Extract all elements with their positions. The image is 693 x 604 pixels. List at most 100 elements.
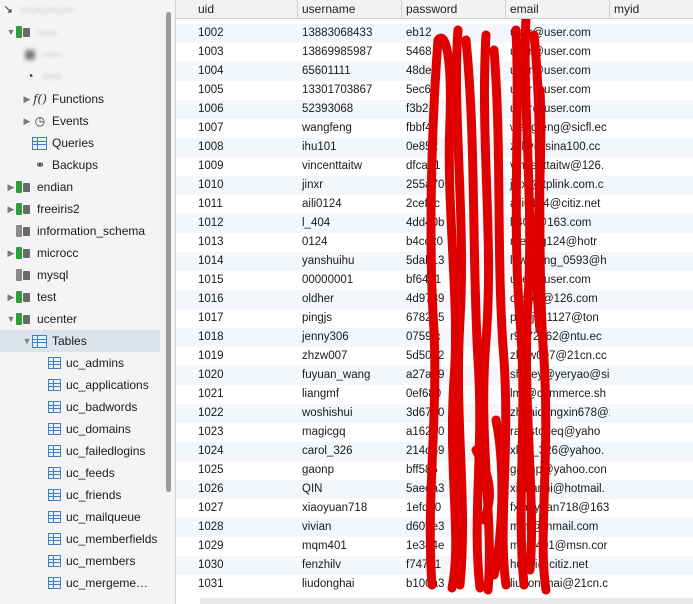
cell-uid[interactable]: 1026 [194,480,298,499]
cell-email[interactable]: lmf@commerce.sh [506,385,610,404]
cell-email[interactable]: liudonghai@21cn.c [506,575,610,594]
cell-email[interactable]: xlyyj_326@yahoo. [506,442,610,461]
cell-email[interactable]: rainstoneq@yaho [506,423,610,442]
cell-email[interactable]: user@user.com [506,24,610,43]
table-row[interactable]: 1014 yanshuihu 5dab13 lewisking_0593@h [176,252,693,271]
table-row[interactable]: 1011 aili0124 2cef6c aili0124@citiz.net [176,195,693,214]
table-row[interactable]: 1026 QIN 5aeda3 xihuanni@hotmail. [176,480,693,499]
disclosure-closed-icon[interactable]: ▶ [6,292,16,303]
table-row[interactable]: 1025 gaonp bff585 gaonp@yahoo.con [176,461,693,480]
cell-email[interactable]: shirley@yeryao@si [506,366,610,385]
table-row[interactable]: 1016 oldher 4d9789 oldher@126.com [176,290,693,309]
cell-uid[interactable]: 1022 [194,404,298,423]
disclosure-closed-icon[interactable]: ▶ [6,182,16,193]
table-row[interactable]: 1005 13301703867 5ec6 user@user.com [176,81,693,100]
cell-myid[interactable] [610,119,693,138]
cell-username[interactable]: magicgq [298,423,402,442]
table-row[interactable]: 1013 0124 b4cc20 meiling124@hotr [176,233,693,252]
cell-username[interactable]: jenny306 [298,328,402,347]
cell-password[interactable]: 0e852 [402,138,506,157]
table-row[interactable]: 1006 52393068 f3b2 user@user.com [176,100,693,119]
cell-email[interactable]: user@user.com [506,81,610,100]
cell-password[interactable]: 3d6750 [402,404,506,423]
cell-uid[interactable]: 1024 [194,442,298,461]
cell-password[interactable]: 4d9789 [402,290,506,309]
cell-uid[interactable]: 1030 [194,556,298,575]
table-row[interactable]: 1027 xiaoyuan718 1efdb0 fxiaoyuan718@163 [176,499,693,518]
cell-uid[interactable]: 1023 [194,423,298,442]
cell-uid[interactable]: 1021 [194,385,298,404]
cell-myid[interactable] [610,176,693,195]
tree-item-mysql[interactable]: mysql [0,264,160,286]
table-row[interactable]: 1004 65601111 48de user@user.com [176,62,693,81]
cell-uid[interactable]: 1015 [194,271,298,290]
sidebar-scrollbar[interactable] [166,12,171,492]
sidebar-table-item[interactable]: uc_badwords [0,396,160,418]
cell-password[interactable]: 1efdb0 [402,499,506,518]
horizontal-scrollbar[interactable] [200,598,693,604]
cell-myid[interactable] [610,195,693,214]
cell-username[interactable]: 13301703867 [298,81,402,100]
sidebar-table-item[interactable]: uc_failedlogins [0,440,160,462]
cell-password[interactable]: 5ec6 [402,81,506,100]
cell-uid[interactable]: 1007 [194,119,298,138]
cell-email[interactable]: user@user.com [506,271,610,290]
cell-uid[interactable]: 1028 [194,518,298,537]
cell-password[interactable]: 5dab13 [402,252,506,271]
cell-password[interactable]: 5468 [402,43,506,62]
cell-password[interactable]: d609e3 [402,518,506,537]
cell-email[interactable]: user@user.com [506,43,610,62]
cell-email[interactable]: pingjs01127@ton [506,309,610,328]
cell-uid[interactable]: 1016 [194,290,298,309]
cell-myid[interactable] [610,62,693,81]
table-row[interactable]: 1018 jenny306 0759fc r9272062@ntu.ec [176,328,693,347]
cell-password[interactable]: 5d5042 [402,347,506,366]
cell-password[interactable]: 5aeda3 [402,480,506,499]
tree-item-tables[interactable]: ▼ Tables [0,330,160,352]
cell-uid[interactable]: 1009 [194,157,298,176]
table-row[interactable]: 1020 fuyuan_wang a27a79 shirley@yeryao@si [176,366,693,385]
table-row[interactable]: 1029 mqm401 1e384e mqm401@msn.cor [176,537,693,556]
cell-username[interactable]: carol_326 [298,442,402,461]
sidebar-table-item[interactable]: uc_feeds [0,462,160,484]
cell-myid[interactable] [610,423,693,442]
column-header-myid[interactable]: myid [610,0,693,19]
cell-username[interactable]: 65601111 [298,62,402,81]
table-row[interactable]: 1012 l_404 4dd40b l-404@163.com [176,214,693,233]
disclosure-closed-icon[interactable]: ▶ [6,204,16,215]
cell-password[interactable]: 1e384e [402,537,506,556]
cell-uid[interactable]: 1031 [194,575,298,594]
table-row[interactable]: 1023 magicgq a16260 rainstoneq@yaho [176,423,693,442]
cell-password[interactable]: b100a3 [402,575,506,594]
table-row[interactable]: 1031 liudonghai b100a3 liudonghai@21cn.c [176,575,693,594]
sidebar-table-item[interactable]: uc_mergeme… [0,572,160,594]
column-header-password[interactable]: password [402,0,506,19]
tree-item-queries[interactable]: Queries [0,132,160,154]
cell-username[interactable]: vivian [298,518,402,537]
cell-password[interactable]: 255a70 [402,176,506,195]
cell-password[interactable]: bff585 [402,461,506,480]
table-row[interactable]: 1003138699859875468user@user.com [176,43,693,62]
column-header-email[interactable]: email [506,0,610,19]
cell-uid[interactable]: 1002 [194,24,298,43]
connection-row[interactable]: ↘ ···.··.···.··· [0,0,160,20]
cell-password[interactable]: 0ef680 [402,385,506,404]
table-row[interactable]: 1015 00000001 bf6471 user@user.com [176,271,693,290]
cell-email[interactable]: user@user.com [506,100,610,119]
cell-myid[interactable] [610,518,693,537]
cell-email[interactable]: mqm401@msn.cor [506,537,610,556]
cell-email[interactable]: mini@mmail.com [506,518,610,537]
cell-email[interactable]: zxhy@sina100.cc [506,138,610,157]
cell-uid[interactable]: 1008 [194,138,298,157]
cell-password[interactable]: a16260 [402,423,506,442]
table-row[interactable]: 1009 vincenttaitw dfca01 vincenttaitw@126. [176,157,693,176]
sidebar-table-item[interactable]: uc_memberfields [0,528,160,550]
cell-username[interactable]: fuyuan_wang [298,366,402,385]
column-header-username[interactable]: username [298,0,402,19]
cell-email[interactable]: gaonp@yahoo.con [506,461,610,480]
cell-password[interactable]: fbbf4 [402,119,506,138]
tree-item-endian[interactable]: ▶ endian [0,176,160,198]
tree-item-freeiris2[interactable]: ▶ freeiris2 [0,198,160,220]
cell-myid[interactable] [610,385,693,404]
cell-uid[interactable]: 1018 [194,328,298,347]
